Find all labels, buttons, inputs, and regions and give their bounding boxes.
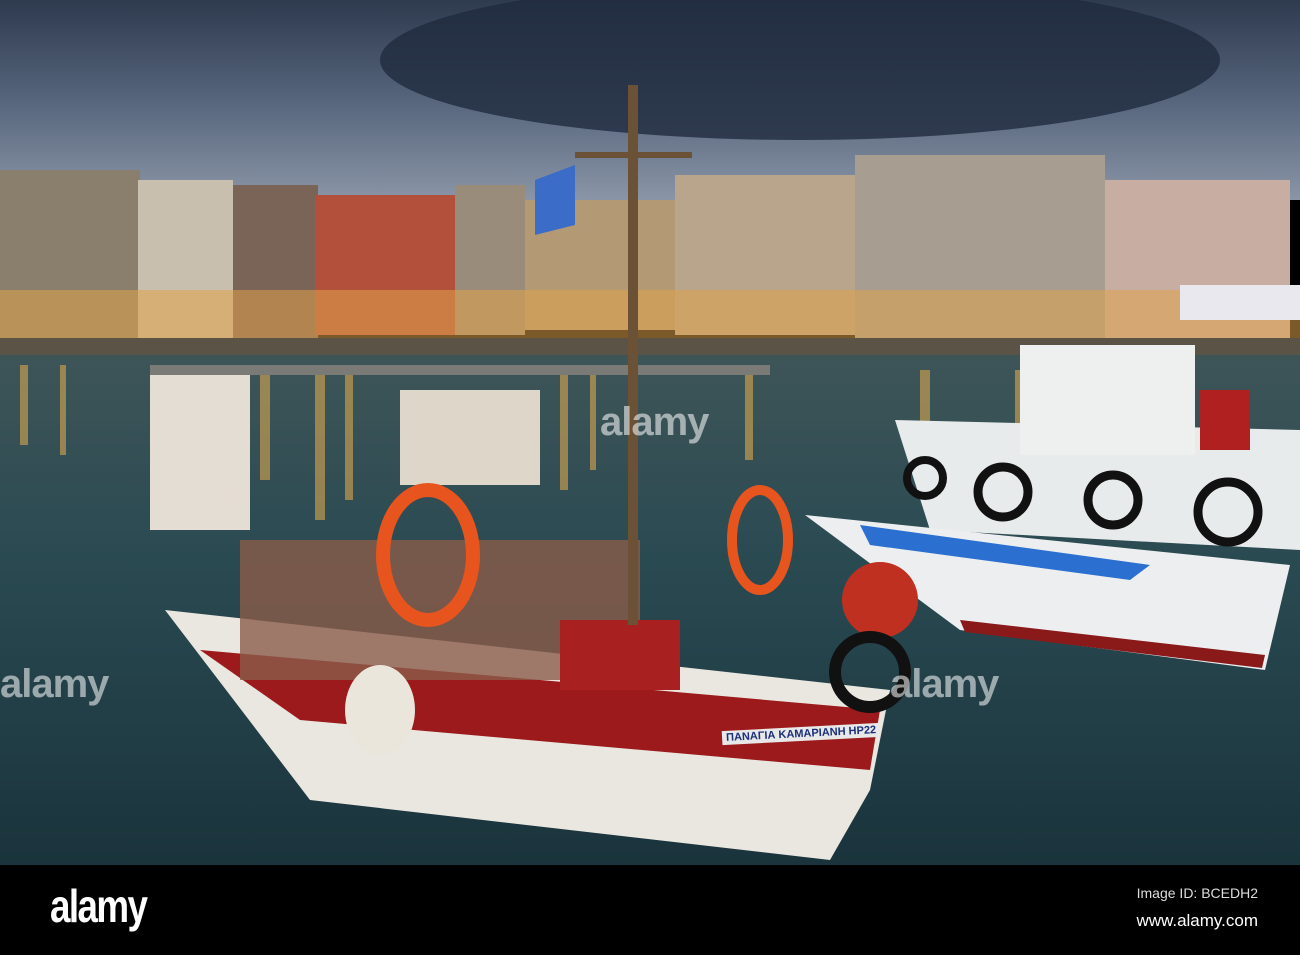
alamy-logo: alamy: [50, 880, 148, 932]
watermark-center: alamy: [600, 400, 709, 444]
stock-photo: ΠΑΝΑΓΙΑ ΚΑΜΑΡΙΑΝΗ ΗΡ22 alamy alamy alamy…: [0, 0, 1300, 955]
website-link[interactable]: www.alamy.com: [1136, 911, 1258, 931]
footer-bar: alamy Image ID: BCEDH2 www.alamy.com: [0, 865, 1300, 955]
watermark-left: alamy: [0, 662, 109, 706]
image-id: Image ID: BCEDH2: [1136, 885, 1258, 901]
watermark-right: alamy: [890, 662, 999, 706]
